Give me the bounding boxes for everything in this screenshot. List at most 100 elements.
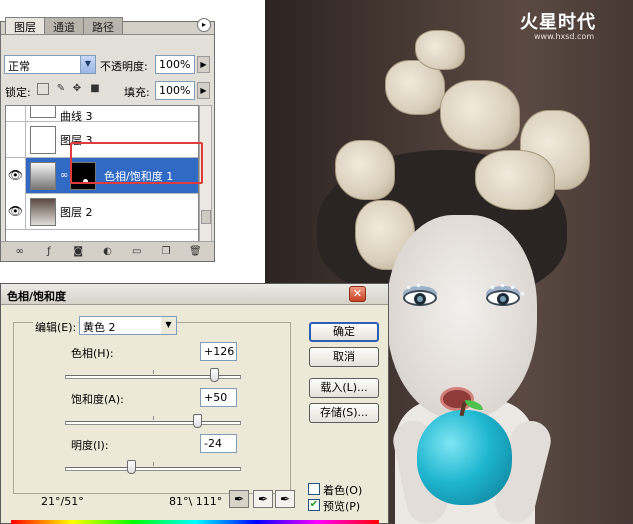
eyedropper-plus-icon[interactable]: ✒ [253, 490, 273, 508]
colorize-label: 着色(O) [323, 484, 363, 497]
range-left-readout: 21°/51° [41, 495, 84, 508]
eyedropper-icon[interactable]: ✒ [229, 490, 249, 508]
hue-saturation-dialog: 色相/饱和度 ✕ 编辑(E): 黄色 2 ▼ 色相(H): +126 饱和度(A… [0, 283, 389, 524]
scrollbar-thumb[interactable] [201, 210, 211, 224]
brush-icon[interactable]: ✎ [55, 83, 67, 95]
layer-thumbnail [30, 106, 56, 118]
lightness-center-tick [153, 462, 154, 466]
hue-value: +126 [204, 345, 235, 358]
saturation-slider-knob[interactable] [192, 414, 202, 428]
eye-icon[interactable]: 👁 [6, 158, 26, 194]
headpiece-wrap [415, 30, 465, 70]
hue-label: 色相(H): [71, 347, 114, 360]
saturation-slider-track[interactable] [65, 421, 241, 425]
add-mask-icon[interactable]: ◙ [71, 246, 85, 258]
visibility-toggle[interactable] [6, 106, 26, 122]
visibility-toggle[interactable] [6, 122, 26, 158]
headpiece-wrap [440, 80, 520, 150]
right-eye [486, 290, 520, 306]
save-button[interactable]: 存储(S)... [309, 403, 379, 423]
opacity-value: 100% [159, 58, 191, 71]
lightness-value: -24 [204, 437, 222, 450]
rhinestone [491, 286, 494, 289]
lightness-slider-track[interactable] [65, 467, 241, 471]
rhinestone [407, 286, 410, 289]
fill-arrow-icon[interactable]: ▶ [197, 82, 210, 99]
lock-label: 锁定: [5, 86, 31, 99]
left-eye [403, 290, 437, 306]
rhinestone [521, 292, 524, 295]
load-button[interactable]: 载入(L)... [309, 378, 379, 398]
logo-url: www.hxsd.com [534, 32, 595, 41]
fill-input[interactable]: 100% [155, 81, 195, 100]
dialog-title: 色相/饱和度 [7, 290, 67, 303]
apple [417, 410, 512, 505]
saturation-input[interactable]: +50 [200, 388, 237, 407]
preview-label: 预览(P) [323, 500, 361, 513]
edit-label: 编辑(E): [33, 319, 79, 335]
colorize-checkbox[interactable] [308, 483, 320, 495]
hue-center-tick [153, 370, 154, 374]
chevron-down-icon: ▼ [161, 317, 176, 334]
mouth [440, 387, 474, 411]
opacity-arrow-icon[interactable]: ▶ [197, 56, 210, 73]
tab-layers[interactable]: 图层 [5, 17, 45, 34]
saturation-center-tick [153, 416, 154, 420]
lock-transparent-icon[interactable] [37, 83, 49, 95]
headpiece-wrap [475, 150, 555, 210]
color-range-bar [11, 520, 379, 524]
move-icon[interactable]: ✥ [71, 83, 83, 95]
hue-slider-knob[interactable] [210, 368, 220, 382]
chevron-down-icon: ▼ [80, 56, 95, 73]
stage: 火星时代 www.hxsd.com ✕ 图层 通道 路径 ▸ 正常 ▼ 不透明度… [0, 0, 633, 524]
fill-value: 100% [159, 84, 191, 97]
lightness-label: 明度(I): [71, 439, 109, 452]
eyedropper-minus-icon[interactable]: ✒ [275, 490, 295, 508]
layer-name: 图层 2 [60, 206, 93, 219]
dialog-titlebar[interactable]: 色相/饱和度 [1, 284, 388, 305]
panel-menu-icon[interactable]: ▸ [197, 18, 211, 32]
palette-tabs: 图层 通道 路径 [5, 17, 123, 34]
adjustment-thumbnail [30, 162, 56, 190]
tab-channels[interactable]: 通道 [44, 17, 84, 34]
rhinestone [511, 286, 514, 289]
layer-style-icon[interactable]: ƒ [42, 246, 56, 258]
layer-row[interactable]: 👁 图层 2 [6, 194, 198, 230]
edit-value: 黄色 2 [83, 321, 116, 334]
logo-text: 火星时代 [520, 12, 596, 33]
blend-mode-select[interactable]: 正常 ▼ [4, 55, 96, 74]
close-icon[interactable]: ✕ [349, 286, 366, 302]
range-right-readout: 81°\ 111° [169, 495, 223, 508]
layer-thumbnail [30, 126, 56, 154]
lock-icon[interactable]: ■ [89, 83, 101, 95]
blend-mode-value: 正常 [8, 60, 30, 73]
layers-footer: ∞ ƒ ◙ ◐ ▭ ❐ 🗑 [1, 241, 214, 261]
saturation-value: +50 [204, 391, 228, 404]
lightness-slider-knob[interactable] [127, 460, 137, 474]
rhinestone [417, 284, 420, 287]
eye-icon[interactable]: 👁 [6, 194, 26, 230]
headpiece-wrap [335, 140, 395, 200]
trash-icon[interactable]: 🗑 [188, 246, 202, 258]
adjustment-layer-icon[interactable]: ◐ [100, 246, 114, 258]
highlight-box [70, 142, 203, 184]
new-layer-icon[interactable]: ❐ [159, 246, 173, 258]
lightness-input[interactable]: -24 [200, 434, 237, 453]
rhinestone [501, 284, 504, 287]
ok-button[interactable]: 确定 [309, 322, 379, 342]
fill-label: 填充: [124, 86, 150, 99]
layer-thumbnail [30, 198, 56, 226]
brand-logo: 火星时代 www.hxsd.com [520, 8, 596, 41]
opacity-label: 不透明度: [100, 60, 148, 73]
link-icon[interactable]: ∞ [60, 170, 68, 181]
layer-row[interactable]: 曲线 3 [6, 106, 198, 123]
tab-paths[interactable]: 路径 [83, 17, 123, 34]
cancel-button[interactable]: 取消 [309, 347, 379, 367]
hue-input[interactable]: +126 [200, 342, 237, 361]
saturation-label: 饱和度(A): [71, 393, 124, 406]
edit-select[interactable]: 黄色 2 ▼ [79, 316, 177, 335]
opacity-input[interactable]: 100% [155, 55, 195, 74]
preview-checkbox[interactable]: ✔ [308, 499, 320, 511]
folder-icon[interactable]: ▭ [130, 246, 144, 258]
link-layers-icon[interactable]: ∞ [13, 246, 27, 258]
